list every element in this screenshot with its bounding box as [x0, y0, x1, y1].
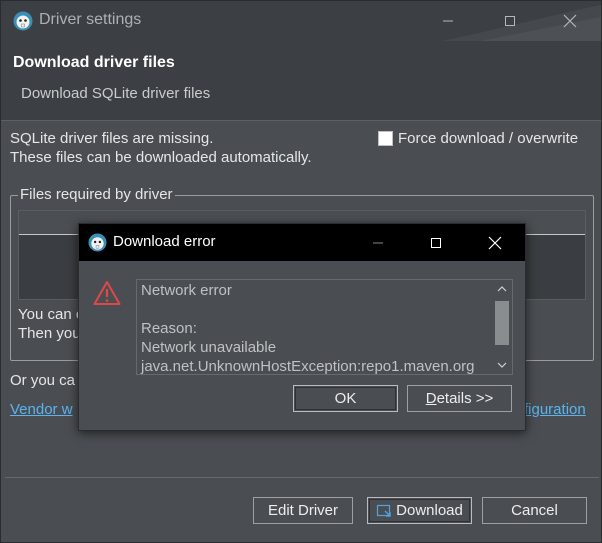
- driver-configuration-link[interactable]: figuration: [524, 401, 586, 418]
- close-button[interactable]: [555, 9, 585, 33]
- window-title: Driver settings: [39, 11, 142, 28]
- page-title: Download driver files: [13, 54, 175, 71]
- page-header: Download driver files Download SQLite dr…: [1, 41, 601, 121]
- scroll-down-button[interactable]: [492, 356, 512, 374]
- details-label: etails >>: [436, 390, 494, 407]
- dbeaver-logo-icon: [88, 233, 107, 252]
- missing-files-text: SQLite driver files are missing.: [10, 130, 214, 147]
- close-icon: [488, 236, 502, 250]
- scroll-up-button[interactable]: [492, 280, 512, 298]
- details-mnemonic: D: [425, 390, 437, 407]
- warning-icon: [93, 281, 121, 305]
- dbeaver-logo-icon: [13, 11, 33, 31]
- maximize-icon: [505, 16, 515, 26]
- ok-button[interactable]: OK: [293, 385, 398, 412]
- dialog-title-bar: Download error: [79, 224, 525, 261]
- error-message-area[interactable]: Network error Reason: Network unavailabl…: [136, 279, 513, 375]
- auto-download-text: These files can be downloaded automatica…: [10, 149, 312, 166]
- details-button[interactable]: Details >>: [407, 385, 512, 412]
- title-bar: Driver settings: [1, 1, 601, 41]
- error-message-line: Reason:: [141, 320, 197, 337]
- error-message-line: Network error: [141, 282, 232, 299]
- vendor-website-link[interactable]: Vendor w: [10, 401, 73, 418]
- chevron-down-icon: [497, 362, 507, 368]
- dialog-title: Download error: [113, 233, 216, 250]
- download-button[interactable]: Download: [367, 497, 472, 524]
- maximize-icon: [431, 238, 441, 248]
- scrollbar-thumb[interactable]: [495, 301, 509, 345]
- files-group-title: Files required by driver: [18, 186, 175, 203]
- close-icon: [563, 14, 577, 28]
- manual-download-text-2: Then you: [18, 325, 81, 342]
- chevron-up-icon: [497, 286, 507, 292]
- download-button-label: Download: [396, 502, 463, 519]
- cancel-button[interactable]: Cancel: [482, 497, 587, 524]
- minimize-button[interactable]: [433, 9, 463, 33]
- force-download-checkbox[interactable]: [378, 131, 393, 146]
- minimize-icon: [443, 20, 453, 22]
- error-message-line: java.net.UnknownHostException:repo1.mave…: [141, 358, 475, 375]
- maximize-button[interactable]: [495, 9, 525, 33]
- error-message-line: Network unavailable: [141, 339, 277, 356]
- page-subtitle: Download SQLite driver files: [21, 85, 211, 102]
- edit-driver-button[interactable]: Edit Driver: [253, 497, 353, 524]
- vertical-scrollbar[interactable]: [492, 280, 512, 374]
- dialog-minimize-button[interactable]: [363, 231, 393, 255]
- download-icon: [377, 504, 391, 517]
- dialog-maximize-button[interactable]: [421, 231, 451, 255]
- alternative-text: Or you ca: [10, 372, 76, 389]
- download-error-dialog: Download error Network error Reason: Net…: [78, 223, 526, 431]
- minimize-icon: [373, 242, 383, 244]
- dialog-close-button[interactable]: [480, 231, 510, 255]
- manual-download-text: You can c: [18, 306, 84, 323]
- force-download-label[interactable]: Force download / overwrite: [398, 130, 578, 147]
- footer-separator: [5, 477, 599, 478]
